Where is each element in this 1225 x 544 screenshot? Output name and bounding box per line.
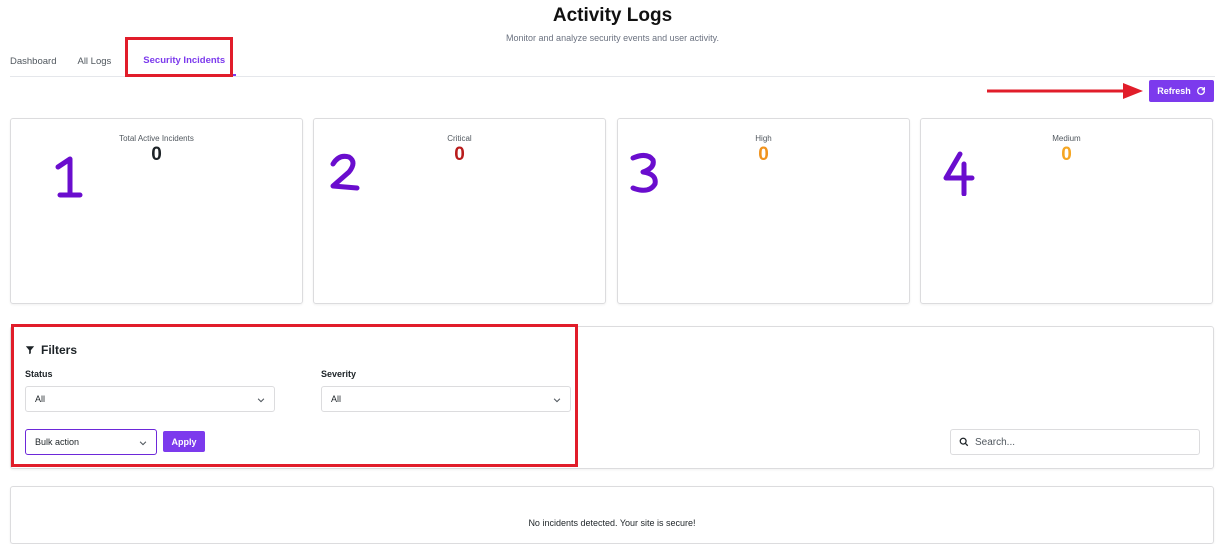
status-select-value: All xyxy=(35,394,46,404)
tab-security-incidents[interactable]: Security Incidents xyxy=(132,46,237,76)
stat-label-high: High xyxy=(755,134,772,143)
apply-button[interactable]: Apply xyxy=(163,431,205,452)
stat-value-critical: 0 xyxy=(454,144,465,165)
stat-value-high: 0 xyxy=(758,144,769,165)
chevron-down-icon xyxy=(257,398,265,403)
page-subtitle: Monitor and analyze security events and … xyxy=(506,33,719,43)
severity-select[interactable]: All xyxy=(321,386,571,412)
status-select[interactable]: All xyxy=(25,386,275,412)
severity-select-value: All xyxy=(331,394,342,404)
filters-panel: Filters Status All Severity All Bulk act… xyxy=(10,326,1214,469)
stat-value-medium: 0 xyxy=(1061,144,1072,165)
page-title: Activity Logs xyxy=(552,5,673,26)
tab-bar: Dashboard All Logs Security Incidents xyxy=(10,46,1215,77)
empty-state-message: No incidents detected. Your site is secu… xyxy=(528,518,696,528)
tab-all-logs[interactable]: All Logs xyxy=(77,46,111,76)
severity-label: Severity xyxy=(321,369,357,379)
bulk-action-value: Bulk action xyxy=(35,437,80,447)
filter-icon xyxy=(25,346,35,355)
stat-value-total: 0 xyxy=(151,144,162,165)
filters-heading: Filters xyxy=(25,343,77,357)
stat-label-critical: Critical xyxy=(447,134,472,143)
chevron-down-icon xyxy=(139,441,147,446)
stat-card-critical: Critical 0 xyxy=(313,118,606,304)
search-input[interactable] xyxy=(975,436,1185,448)
status-label: Status xyxy=(25,369,53,379)
filters-title: Filters xyxy=(41,343,78,357)
refresh-button[interactable]: Refresh xyxy=(1149,80,1214,102)
stat-label-medium: Medium xyxy=(1052,134,1081,143)
stat-card-high: High 0 xyxy=(617,118,910,304)
stat-card-total: Total Active Incidents 0 xyxy=(10,118,303,304)
stat-label-total: Total Active Incidents xyxy=(119,134,194,143)
chevron-down-icon xyxy=(553,398,561,403)
bulk-action-select[interactable]: Bulk action xyxy=(25,429,157,455)
page-header: Activity Logs Monitor and analyze securi… xyxy=(0,0,1225,44)
search-icon xyxy=(959,437,969,447)
tab-dashboard[interactable]: Dashboard xyxy=(10,46,56,76)
stat-card-medium: Medium 0 xyxy=(920,118,1213,304)
refresh-button-label: Refresh xyxy=(1157,86,1191,96)
search-box[interactable] xyxy=(950,429,1200,455)
incidents-list-panel: No incidents detected. Your site is secu… xyxy=(10,486,1214,544)
refresh-icon xyxy=(1196,87,1205,95)
annotation-arrow-icon xyxy=(987,83,1143,99)
